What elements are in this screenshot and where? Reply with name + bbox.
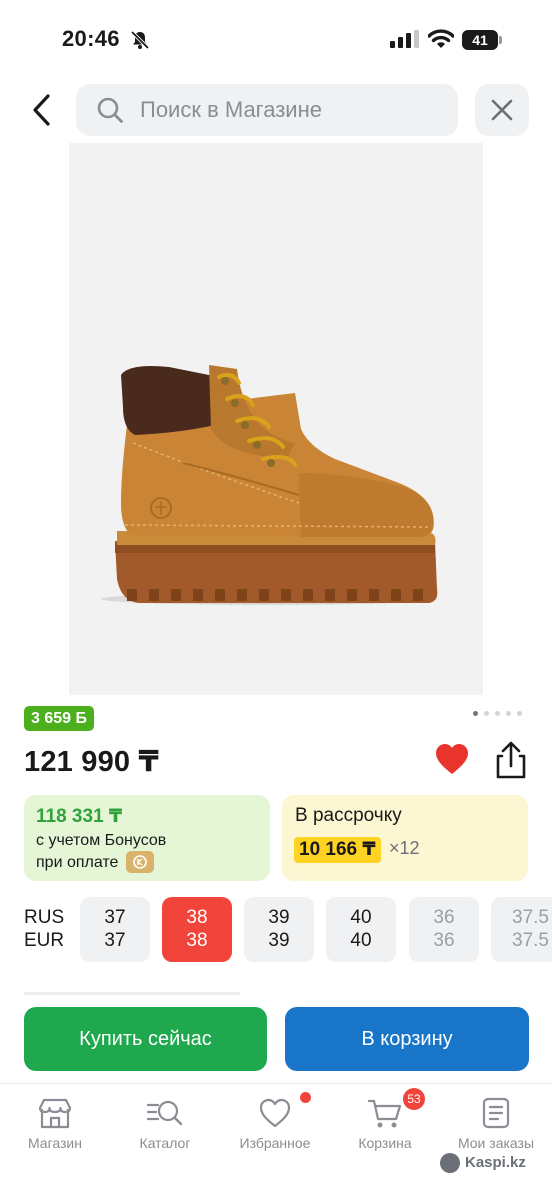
size-option[interactable]: 37 37 — [80, 897, 150, 962]
kaspi-logo-icon — [440, 1153, 460, 1173]
size-rus: 37 — [104, 907, 126, 928]
gallery-dot — [517, 711, 522, 716]
store-icon — [38, 1098, 72, 1129]
close-button[interactable] — [475, 84, 529, 136]
installment-months: ×12 — [389, 838, 420, 858]
nav-item-catalog[interactable]: Каталог — [110, 1092, 220, 1162]
installment-amount: 10 166 ₸ — [294, 837, 381, 863]
product-price: 121 990 ₸ — [24, 746, 159, 778]
nav-item-favorites[interactable]: Избранное — [220, 1092, 330, 1162]
orders-icon — [482, 1097, 510, 1129]
size-rus: 40 — [350, 907, 372, 928]
share-button[interactable] — [492, 740, 530, 780]
nav-label: Избранное — [239, 1135, 311, 1151]
size-option[interactable]: 40 40 — [326, 897, 396, 962]
installment-title: В рассрочку — [295, 805, 402, 826]
size-eur: 37.5 — [512, 930, 549, 951]
gallery-dot — [495, 711, 500, 716]
battery-indicator: 41 — [462, 30, 502, 50]
size-option-unavailable[interactable]: 36 36 — [409, 897, 479, 962]
search-box[interactable] — [76, 84, 458, 136]
catalog-search-icon — [146, 1100, 183, 1126]
bonus-note-line1: с учетом Бонусов — [36, 832, 167, 849]
size-eur: 37 — [104, 930, 126, 951]
watermark-text: Kaspi.kz — [465, 1154, 526, 1171]
size-rus: 37.5 — [512, 907, 549, 928]
wifi-icon — [428, 29, 454, 48]
content-divider — [24, 992, 240, 995]
bonus-badge: 3 659 Б — [24, 706, 94, 731]
nav-label: Корзина — [358, 1135, 412, 1151]
bottom-navigation: Магазин Каталог Избранное 53 Корзина Мои… — [0, 1083, 552, 1200]
size-label-eur: EUR — [24, 930, 65, 951]
size-rus: 38 — [186, 907, 208, 928]
size-eur: 38 — [186, 930, 208, 951]
size-eur: 40 — [350, 930, 372, 951]
size-option-unavailable[interactable]: 37.5 37.5 — [491, 897, 552, 962]
boot-illustration — [101, 365, 438, 605]
gallery-dot-active — [473, 711, 478, 716]
battery-level: 41 — [462, 30, 498, 50]
bell-muted-icon — [130, 30, 150, 50]
add-to-cart-button[interactable]: В корзину — [285, 1007, 529, 1071]
nav-label: Каталог — [139, 1135, 191, 1151]
notification-dot — [300, 1092, 311, 1103]
size-rus: 36 — [433, 907, 455, 928]
nav-label: Мои заказы — [457, 1135, 535, 1151]
cart-count-badge: 53 — [403, 1088, 425, 1110]
chevron-left-icon — [33, 94, 50, 126]
size-label-rus: RUS — [24, 907, 65, 928]
cart-icon — [367, 1099, 402, 1128]
bonus-note-line2: при оплате — [36, 854, 119, 871]
gallery-pagination — [473, 710, 529, 718]
gallery-dot — [506, 711, 511, 716]
size-rus: 39 — [268, 907, 290, 928]
heart-outline-icon — [259, 1098, 291, 1128]
status-time: 20:46 — [62, 26, 120, 51]
share-icon — [496, 741, 526, 779]
nav-item-cart[interactable]: 53 Корзина — [330, 1088, 440, 1162]
cellular-signal-icon — [390, 30, 419, 48]
favorite-button[interactable] — [434, 742, 470, 778]
buy-now-button[interactable]: Купить сейчас — [24, 1007, 267, 1071]
size-option-selected[interactable]: 38 38 — [162, 897, 232, 962]
bonus-price: 118 331 ₸ — [36, 806, 123, 827]
heart-filled-icon — [436, 744, 468, 774]
search-icon — [97, 97, 123, 123]
close-icon — [491, 99, 513, 121]
size-option[interactable]: 39 39 — [244, 897, 314, 962]
status-bar: 20:46 41 — [0, 0, 552, 80]
battery-cap — [499, 36, 502, 44]
back-button[interactable] — [26, 88, 60, 132]
gallery-dot — [484, 711, 489, 716]
size-eur: 36 — [433, 930, 455, 951]
product-image[interactable] — [69, 143, 483, 695]
search-input[interactable] — [140, 84, 440, 136]
nav-label: Магазин — [27, 1135, 82, 1151]
size-system-labels: RUS EUR — [24, 906, 64, 952]
installment-card[interactable]: В рассрочку 10 166 ₸ ×12 — [282, 795, 528, 881]
kaspi-gold-icon — [126, 851, 154, 873]
size-eur: 39 — [268, 930, 290, 951]
nav-item-store[interactable]: Магазин — [0, 1092, 110, 1162]
bonus-price-card[interactable]: 118 331 ₸ с учетом Бонусов при оплате — [24, 795, 270, 881]
